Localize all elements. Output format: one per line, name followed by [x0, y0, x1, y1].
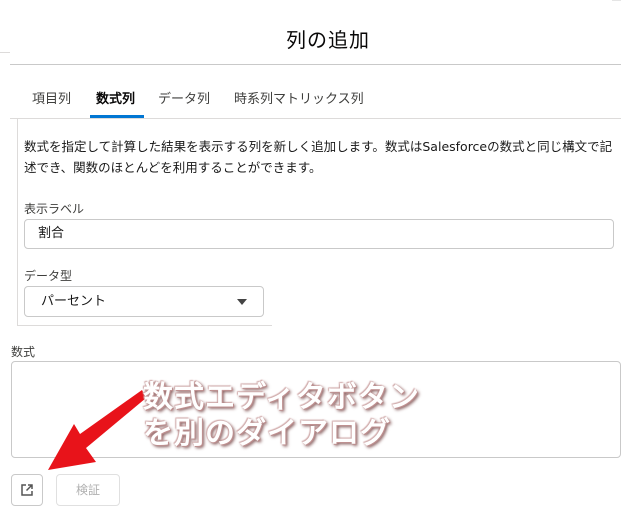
formula-label: 数式 [11, 345, 36, 359]
external-link-icon [21, 484, 33, 496]
tab-timeseries-matrix-column[interactable]: 時系列マトリックス列 [234, 78, 364, 118]
tab-divider [10, 118, 621, 119]
caret-down-icon [237, 299, 247, 305]
data-type-select[interactable]: パーセント [24, 286, 264, 317]
display-label-label: 表示ラベル [24, 202, 85, 216]
header-divider [10, 64, 621, 65]
dialog-title: 列の追加 [286, 28, 370, 52]
annotation-callout: 数式エディタボタン を別のダイアログ [143, 380, 420, 452]
formula-description: 数式を指定して計算した結果を表示する列を新しく追加します。数式はSalesfor… [24, 139, 613, 175]
tab-field-column[interactable]: 項目列 [32, 78, 71, 118]
top-divider-stub-right [612, 0, 621, 1]
data-type-label: データ型 [24, 269, 73, 283]
annotation-line-2: を別のダイアログ [143, 416, 391, 451]
tab-data-column[interactable]: データ列 [158, 78, 210, 118]
panel-border [17, 119, 18, 325]
annotation-arrow-icon [48, 390, 146, 470]
panel-border-bottom [17, 325, 272, 326]
formula-editor-button[interactable] [11, 474, 43, 506]
tab-formula-column[interactable]: 数式列 [89, 78, 145, 118]
display-label-input[interactable]: 割合 [24, 219, 614, 249]
annotation-line-1: 数式エディタボタン [143, 380, 420, 415]
data-type-value: パーセント [41, 294, 107, 309]
